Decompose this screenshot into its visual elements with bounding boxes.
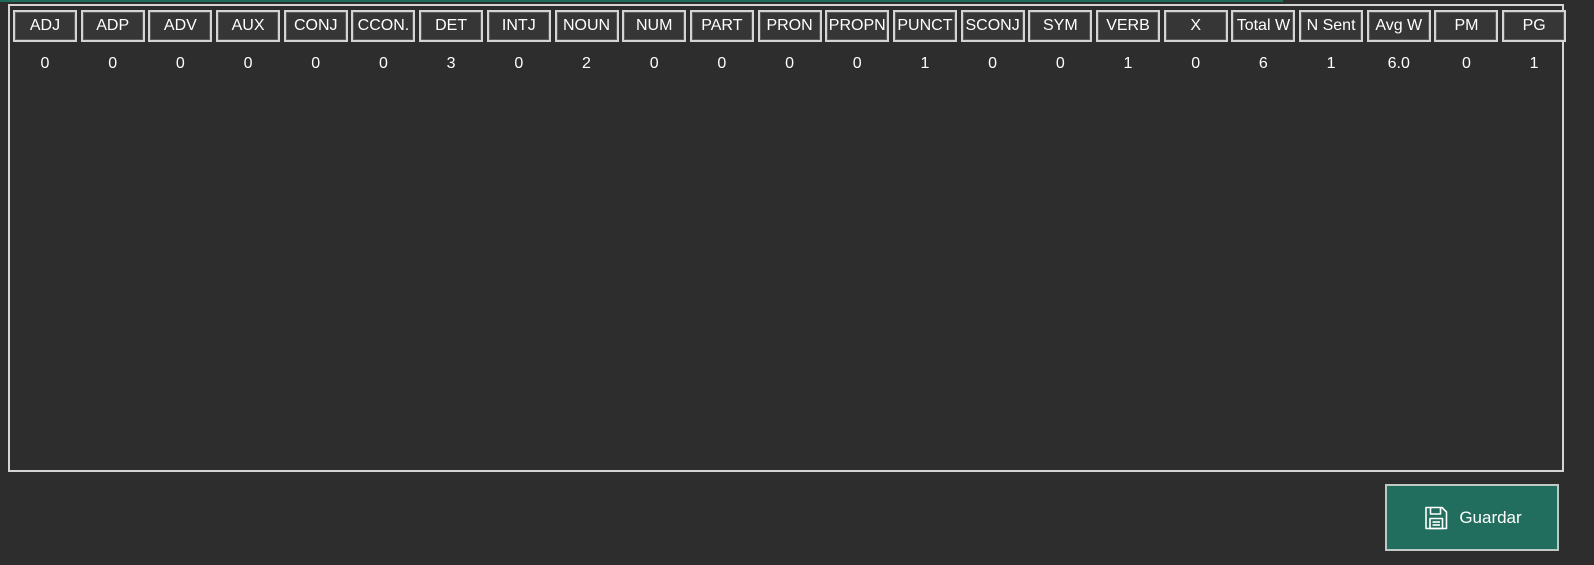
column-header-num[interactable]: NUM <box>622 10 687 42</box>
table-cell: 1 <box>920 55 930 72</box>
column-header-total-words[interactable]: Total W <box>1231 10 1296 42</box>
column-header-part[interactable]: PART <box>689 10 754 42</box>
column-header-x[interactable]: X <box>1163 10 1228 42</box>
table-cell: 0 <box>988 55 998 72</box>
column-header-det[interactable]: DET <box>419 10 484 42</box>
table-cell: 1 <box>1529 55 1539 72</box>
table-cell: 0 <box>108 55 118 72</box>
table-cell: 0 <box>717 55 727 72</box>
table-cell: 2 <box>582 55 591 72</box>
column-header-cconj[interactable]: CCON. <box>351 10 416 42</box>
results-table: ADJ ADP ADV AUX CONJ CCON. DET INTJ NOUN… <box>8 4 1567 472</box>
table-cell: 3 <box>446 55 456 72</box>
top-accent-bar <box>0 0 1283 2</box>
column-header-conj[interactable]: CONJ <box>283 10 348 42</box>
column-header-pm[interactable]: PM <box>1434 10 1499 42</box>
table-row[interactable]: 0 0 0 0 0 0 3 0 2 0 0 0 0 1 0 0 1 0 6 1 … <box>13 50 1570 78</box>
table-cell: 6 <box>1258 55 1268 72</box>
table-cell: 0 <box>852 55 862 72</box>
table-cell: 0 <box>1055 55 1065 72</box>
table-cell: 1 <box>1326 55 1336 72</box>
table-cell: 0 <box>378 55 388 72</box>
table-cell: 0 <box>785 55 795 72</box>
table-cell: 0 <box>175 55 185 72</box>
column-header-sym[interactable]: SYM <box>1028 10 1093 42</box>
column-header-intj[interactable]: INTJ <box>486 10 551 42</box>
column-header-adv[interactable]: ADV <box>148 10 213 42</box>
column-header-pron[interactable]: PRON <box>757 10 822 42</box>
column-header-n-sentences[interactable]: N Sent <box>1299 10 1364 42</box>
table-cell: 0 <box>649 55 659 72</box>
column-header-adj[interactable]: ADJ <box>13 10 77 42</box>
table-cell: 0 <box>1191 55 1201 72</box>
save-icon <box>1425 506 1448 529</box>
save-button[interactable]: Guardar <box>1385 484 1559 551</box>
column-header-aux[interactable]: AUX <box>216 10 281 42</box>
table-cell: 0 <box>243 55 253 72</box>
table-cell: 1 <box>1123 55 1133 72</box>
table-cell: 0 <box>40 55 50 72</box>
column-header-verb[interactable]: VERB <box>1096 10 1160 42</box>
column-header-noun[interactable]: NOUN <box>554 10 619 42</box>
table-cell: 0 <box>514 55 524 72</box>
table-cell: 0 <box>1461 55 1471 72</box>
table-cell: 0 <box>311 55 321 72</box>
column-header-avg-words[interactable]: Avg W <box>1366 10 1431 42</box>
table-header-row: ADJ ADP ADV AUX CONJ CCON. DET INTJ NOUN… <box>13 10 1570 42</box>
column-header-adp[interactable]: ADP <box>80 10 145 42</box>
table-cell: 6.0 <box>1387 55 1410 72</box>
save-button-label: Guardar <box>1459 507 1522 527</box>
column-header-punct[interactable]: PUNCT <box>892 10 957 42</box>
column-header-sconj[interactable]: SCONJ <box>960 10 1025 42</box>
column-header-propn[interactable]: PROPN <box>825 10 890 42</box>
column-header-pg[interactable]: PG <box>1502 10 1567 42</box>
